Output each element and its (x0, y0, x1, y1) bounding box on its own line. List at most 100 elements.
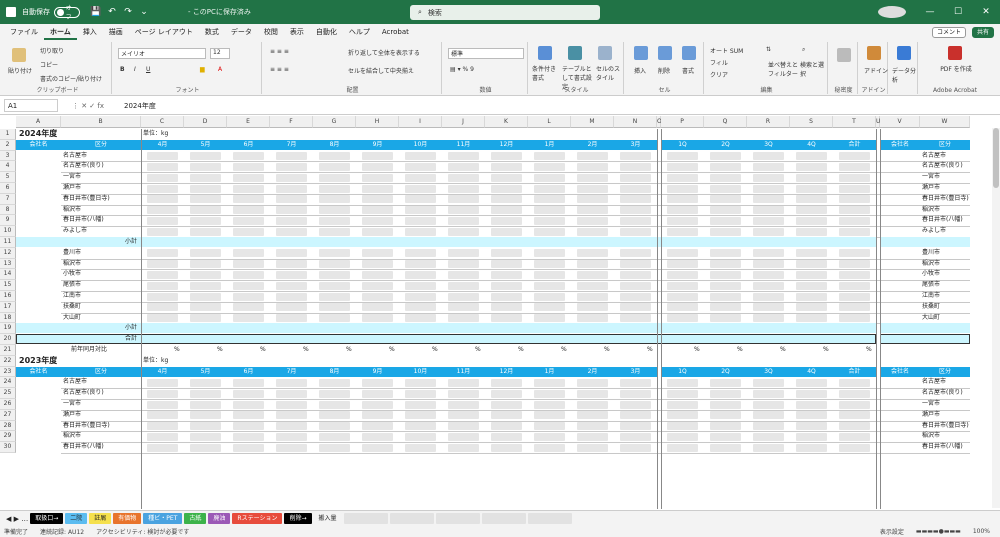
value-cell[interactable] (190, 303, 221, 312)
value-cell[interactable] (753, 281, 784, 290)
value-cell[interactable] (405, 249, 436, 258)
value-cell[interactable] (147, 422, 178, 431)
format-cells-icon[interactable] (682, 46, 696, 60)
value-cell[interactable] (534, 314, 565, 323)
row-header[interactable]: 7 (0, 193, 16, 205)
align-top-icon[interactable]: ≡ ≡ ≡ (270, 48, 289, 55)
value-cell[interactable] (190, 292, 221, 301)
value-cell[interactable] (233, 216, 264, 225)
value-cell[interactable] (405, 432, 436, 441)
value-cell[interactable] (319, 400, 350, 409)
value-cell[interactable] (710, 303, 741, 312)
value-cell[interactable] (534, 389, 565, 398)
value-cell[interactable] (448, 260, 479, 269)
sheet-tab[interactable]: 削除→ (284, 513, 312, 524)
value-cell[interactable] (839, 195, 870, 204)
value-cell[interactable] (405, 270, 436, 279)
value-cell[interactable] (147, 432, 178, 441)
value-cell[interactable] (667, 195, 698, 204)
tab-home[interactable]: ホーム (44, 24, 77, 40)
value-cell[interactable] (667, 260, 698, 269)
value-cell[interactable] (491, 249, 522, 258)
value-cell[interactable] (620, 152, 651, 161)
value-cell[interactable] (577, 162, 608, 171)
value-cell[interactable] (620, 422, 651, 431)
value-cell[interactable] (577, 292, 608, 301)
value-cell[interactable] (147, 389, 178, 398)
column-header[interactable]: G (313, 116, 356, 128)
value-cell[interactable] (839, 249, 870, 258)
redo-icon[interactable]: ↷ (120, 7, 136, 17)
value-cell[interactable] (319, 389, 350, 398)
row-header[interactable]: 18 (0, 312, 16, 324)
tab-automate[interactable]: 自動化 (310, 24, 343, 40)
column-header[interactable]: B (61, 116, 141, 128)
value-cell[interactable] (448, 152, 479, 161)
value-cell[interactable] (233, 227, 264, 236)
value-cell[interactable] (362, 432, 393, 441)
value-cell[interactable] (534, 400, 565, 409)
value-cell[interactable] (839, 206, 870, 215)
value-cell[interactable] (491, 314, 522, 323)
value-cell[interactable] (190, 432, 221, 441)
value-cell[interactable] (491, 206, 522, 215)
value-cell[interactable] (577, 249, 608, 258)
underline-button[interactable]: U (146, 66, 150, 73)
value-cell[interactable] (319, 152, 350, 161)
value-cell[interactable] (233, 422, 264, 431)
value-cell[interactable] (839, 443, 870, 452)
value-cell[interactable] (620, 195, 651, 204)
value-cell[interactable] (276, 292, 307, 301)
value-cell[interactable] (667, 378, 698, 387)
value-cell[interactable] (276, 314, 307, 323)
value-cell[interactable] (796, 281, 827, 290)
value-cell[interactable] (491, 432, 522, 441)
value-cell[interactable] (796, 389, 827, 398)
value-cell[interactable] (753, 260, 784, 269)
column-header[interactable]: K (485, 116, 528, 128)
sheet-tab[interactable]: Rステーション (232, 513, 283, 524)
value-cell[interactable] (620, 227, 651, 236)
tab-data[interactable]: データ (225, 24, 258, 40)
pdf-icon[interactable] (948, 46, 962, 60)
value-cell[interactable] (534, 227, 565, 236)
value-cell[interactable] (577, 432, 608, 441)
value-cell[interactable] (276, 249, 307, 258)
value-cell[interactable] (233, 162, 264, 171)
value-cell[interactable] (796, 292, 827, 301)
value-cell[interactable] (839, 184, 870, 193)
value-cell[interactable] (233, 443, 264, 452)
font-color-icon[interactable]: A (218, 66, 222, 73)
value-cell[interactable] (233, 292, 264, 301)
value-cell[interactable] (362, 422, 393, 431)
value-cell[interactable] (276, 411, 307, 420)
value-cell[interactable] (491, 411, 522, 420)
value-cell[interactable] (405, 173, 436, 182)
autosum-button[interactable]: オート SUM (710, 46, 743, 55)
value-cell[interactable] (620, 292, 651, 301)
value-cell[interactable] (405, 195, 436, 204)
value-cell[interactable] (319, 195, 350, 204)
column-header[interactable]: L (528, 116, 571, 128)
percent-icon[interactable]: ▤ ▾ % 9 (450, 66, 474, 73)
value-cell[interactable] (620, 184, 651, 193)
value-cell[interactable] (147, 443, 178, 452)
column-header[interactable]: R (747, 116, 790, 128)
value-cell[interactable] (667, 281, 698, 290)
font-name-select[interactable]: メイリオ (118, 48, 206, 59)
value-cell[interactable] (620, 303, 651, 312)
value-cell[interactable] (276, 227, 307, 236)
value-cell[interactable] (796, 303, 827, 312)
value-cell[interactable] (839, 152, 870, 161)
value-cell[interactable] (448, 303, 479, 312)
value-cell[interactable] (147, 152, 178, 161)
value-cell[interactable] (620, 411, 651, 420)
column-header[interactable]: P (661, 116, 704, 128)
value-cell[interactable] (362, 400, 393, 409)
column-header[interactable]: A (16, 116, 61, 128)
value-cell[interactable] (753, 173, 784, 182)
minimize-icon[interactable]: — (916, 7, 944, 17)
row-header[interactable]: 29 (0, 431, 16, 443)
value-cell[interactable] (448, 292, 479, 301)
value-cell[interactable] (147, 216, 178, 225)
